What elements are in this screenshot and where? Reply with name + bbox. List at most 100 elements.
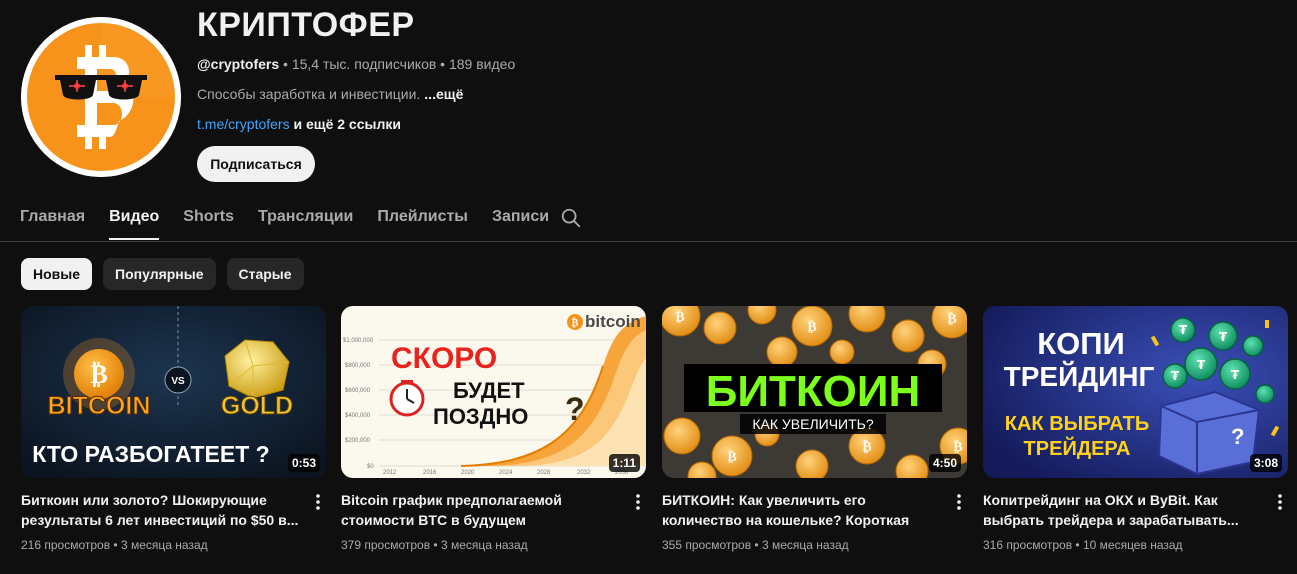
meta-separator: •	[436, 56, 449, 72]
description-more-link[interactable]: ...ещё	[424, 86, 463, 102]
chip-oldest[interactable]: Старые	[226, 258, 304, 290]
sort-chips: Новые Популярные Старые	[21, 258, 315, 290]
video-duration: 1:11	[608, 454, 640, 472]
svg-text:₮: ₮	[1197, 358, 1206, 372]
video-duration: 0:53	[287, 454, 320, 472]
svg-text:₿: ₿	[90, 360, 107, 390]
video-thumbnail[interactable]: $1,000,000 $800,000 $600,000 $400,000 $2…	[341, 306, 646, 478]
video-duration: 3:08	[1249, 454, 1282, 472]
thumb-line2: ТРЕЙДИНГ	[1004, 360, 1155, 392]
thumb-gold: GOLD	[221, 392, 293, 420]
tab-shorts[interactable]: Shorts	[183, 198, 234, 240]
channel-meta: @cryptofers • 15,4 тыс. подписчиков • 18…	[197, 56, 515, 72]
thumb-ytick: $1,000,000	[343, 338, 374, 344]
video-card: ? ₮ ₮ ₮ ₮ ₮ КОПИ ТРЕЙДИНГ КАК ВЫБРАТЬ ТРЕЙД…	[983, 306, 1288, 552]
thumb-brand: bitcoin	[585, 312, 641, 331]
more-vert-icon[interactable]	[951, 492, 967, 512]
video-count: 189 видео	[448, 56, 516, 72]
thumb-line3: КАК ВЫБРАТЬ	[1005, 413, 1149, 435]
video-meta: 355 просмотров • 3 месяца назад	[662, 538, 849, 552]
chip-popular[interactable]: Популярные	[103, 258, 216, 290]
thumb-line4: ТРЕЙДЕРА	[1024, 436, 1131, 460]
thumb-ytick: $0	[367, 464, 374, 470]
telegram-link[interactable]: t.me/cryptofers	[197, 116, 290, 132]
svg-text:₿: ₿	[727, 449, 736, 465]
thumb-line1: КОПИ	[1037, 326, 1125, 361]
search-icon[interactable]	[560, 207, 582, 229]
svg-text:₿: ₿	[675, 309, 684, 325]
svg-text:₮: ₮	[1231, 368, 1240, 382]
video-views: 379 просмотров	[341, 538, 431, 552]
thumbnail-image: ? ₮ ₮ ₮ ₮ ₮ КОПИ ТРЕЙДИНГ КАК ВЫБРАТЬ ТРЕЙД…	[983, 306, 1288, 478]
video-age: 3 месяца назад	[761, 538, 849, 552]
video-title[interactable]: БИТКОИН: Как увеличить его количество на…	[662, 490, 942, 530]
thumbnail-image: ₿ VS BITCOIN GOLD КТО РАЗБОГАТЕЕТ ?	[21, 306, 326, 478]
description-text: Способы заработка и инвестиции.	[197, 86, 421, 102]
thumb-line3: ПОЗДНО	[433, 404, 528, 429]
video-age: 3 месяца назад	[440, 538, 528, 552]
thumb-xtick: 2024	[499, 470, 513, 476]
video-card: ₿ VS BITCOIN GOLD КТО РАЗБОГАТЕЕТ ? 0:53…	[21, 306, 326, 552]
tab-live[interactable]: Трансляции	[258, 198, 353, 240]
thumb-big: БИТКОИН	[706, 367, 921, 416]
video-title[interactable]: Копитрейдинг на ОКХ и ByBit. Как выбрать…	[983, 490, 1263, 530]
channel-handle: @cryptofers	[197, 56, 280, 72]
video-meta: 379 просмотров • 3 месяца назад	[341, 538, 528, 552]
video-title[interactable]: Биткоин или золото? Шокирующие результат…	[21, 490, 301, 530]
video-title[interactable]: Bitcoin график предполагаемой стоимости …	[341, 490, 621, 530]
channel-description[interactable]: Способы заработка и инвестиции. ...ещё	[197, 86, 463, 102]
more-vert-icon[interactable]	[630, 492, 646, 512]
video-thumbnail[interactable]: ₿ ₿ ₿ ₿ ₿ ₿ БИТКОИН КАК УВЕЛИЧИТЬ? 4:50	[662, 306, 967, 478]
svg-text:₮: ₮	[1171, 369, 1180, 383]
channel-title: КРИПТОФЕР	[197, 6, 415, 44]
more-vert-icon[interactable]	[1272, 492, 1288, 512]
tab-videos[interactable]: Видео	[109, 198, 160, 240]
svg-text:₿: ₿	[953, 439, 962, 455]
thumb-vs: VS	[171, 376, 185, 387]
thumb-ytick: $800,000	[345, 363, 371, 369]
channel-avatar[interactable]	[21, 17, 181, 177]
thumb-ytick: $600,000	[345, 388, 371, 394]
thumb-xtick: 2016	[423, 470, 437, 476]
thumb-small: КАК УВЕЛИЧИТЬ?	[752, 416, 873, 432]
bitcoin-avatar-icon	[21, 17, 181, 177]
video-thumbnail[interactable]: ? ₮ ₮ ₮ ₮ ₮ КОПИ ТРЕЙДИНГ КАК ВЫБРАТЬ ТРЕЙД…	[983, 306, 1288, 478]
video-thumbnail[interactable]: ₿ VS BITCOIN GOLD КТО РАЗБОГАТЕЕТ ? 0:53	[21, 306, 326, 478]
video-meta: 316 просмотров • 10 месяцев назад	[983, 538, 1183, 552]
thumb-xtick: 2032	[577, 470, 591, 476]
tab-playlists[interactable]: Плейлисты	[377, 198, 468, 240]
more-links[interactable]: и ещё 2 ссылки	[290, 116, 401, 132]
channel-links: t.me/cryptofers и ещё 2 ссылки	[197, 116, 401, 132]
svg-text:₿: ₿	[947, 311, 956, 327]
thumb-xtick: 2012	[383, 470, 397, 476]
svg-text:₿: ₿	[572, 317, 579, 329]
video-card: $1,000,000 $800,000 $600,000 $400,000 $2…	[341, 306, 646, 552]
thumbnail-image: ₿ ₿ ₿ ₿ ₿ ₿ БИТКОИН КАК УВЕЛИЧИТЬ?	[662, 306, 967, 478]
svg-text:₿: ₿	[807, 319, 816, 335]
video-meta: 216 просмотров • 3 месяца назад	[21, 538, 208, 552]
svg-text:₮: ₮	[1179, 323, 1188, 337]
meta-separator: •	[279, 56, 292, 72]
thumb-line1: СКОРО	[391, 342, 497, 375]
thumb-line2: БУДЕТ	[453, 378, 525, 403]
video-views: 355 просмотров	[662, 538, 752, 552]
thumb-caption: КТО РАЗБОГАТЕЕТ ?	[32, 441, 269, 467]
tab-posts[interactable]: Записи	[492, 198, 549, 240]
more-vert-icon[interactable]	[310, 492, 326, 512]
thumb-ytick: $200,000	[345, 438, 371, 444]
tab-home[interactable]: Главная	[20, 198, 85, 240]
thumb-bitcoin: BITCOIN	[48, 392, 151, 420]
subscribe-button[interactable]: Подписаться	[197, 146, 315, 182]
svg-text:₿: ₿	[862, 439, 871, 455]
thumb-question: ?	[565, 391, 585, 427]
chip-newest[interactable]: Новые	[21, 258, 93, 290]
channel-tabs: Главная Видео Shorts Трансляции Плейлист…	[20, 198, 573, 242]
video-views: 216 просмотров	[21, 538, 111, 552]
thumb-ytick: $400,000	[345, 413, 371, 419]
video-duration: 4:50	[928, 454, 961, 472]
video-age: 3 месяца назад	[120, 538, 208, 552]
video-views: 316 просмотров	[983, 538, 1073, 552]
subscriber-count: 15,4 тыс. подписчиков	[291, 56, 437, 72]
thumb-xtick: 2028	[537, 470, 551, 476]
video-card: ₿ ₿ ₿ ₿ ₿ ₿ БИТКОИН КАК УВЕЛИЧИТЬ? 4:50 БИТК…	[662, 306, 967, 552]
